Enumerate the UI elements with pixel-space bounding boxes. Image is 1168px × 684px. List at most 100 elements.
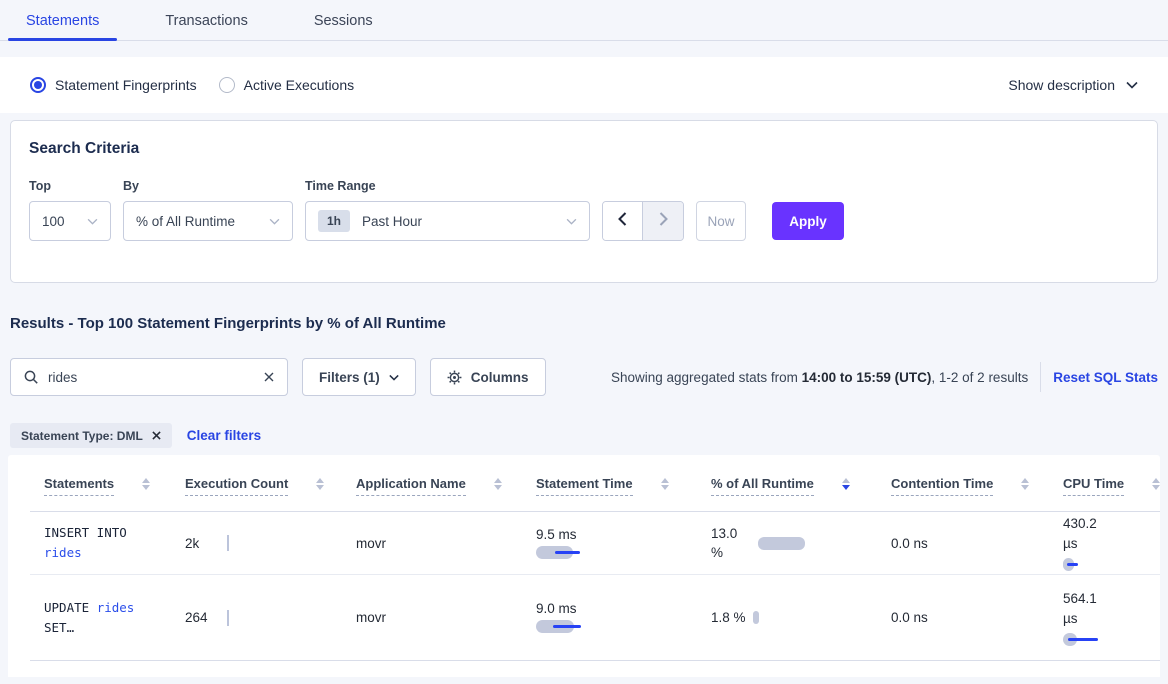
column-label: % of All Runtime xyxy=(711,476,814,496)
execution-count-value: 264 xyxy=(185,610,208,625)
runtime-pct-bar xyxy=(753,611,759,624)
column-header-application-name[interactable]: Application Name xyxy=(356,476,536,511)
sort-icon xyxy=(142,478,150,490)
active-filters-row: Statement Type: DML Clear filters xyxy=(10,423,1158,448)
sql-keyword: INSERT INTO xyxy=(44,525,127,540)
contention-time-cell: 0.0 ns xyxy=(891,536,1063,551)
column-header-execution-count[interactable]: Execution Count xyxy=(185,476,356,511)
status-time-range: 14:00 to 15:59 (UTC) xyxy=(802,370,932,385)
sort-icon xyxy=(1021,478,1029,490)
statement-time-value: 9.0 ms xyxy=(536,601,711,616)
top-field: Top 100 xyxy=(29,179,111,241)
time-range-select[interactable]: 1h Past Hour xyxy=(305,201,590,241)
execution-count-bar xyxy=(227,610,229,626)
by-label: By xyxy=(123,179,293,193)
search-box[interactable] xyxy=(10,358,288,396)
time-range-value: Past Hour xyxy=(362,214,422,229)
table-header-row: Statements Execution Count Application N… xyxy=(8,455,1160,511)
cpu-time-value: 430.2 µs xyxy=(1063,514,1105,554)
by-field: By % of All Runtime xyxy=(123,179,293,241)
close-icon[interactable] xyxy=(152,431,161,440)
previous-time-button[interactable] xyxy=(603,202,643,240)
execution-count-bar xyxy=(227,535,229,551)
runtime-pct-bar xyxy=(758,537,805,550)
results-heading: Results - Top 100 Statement Fingerprints… xyxy=(10,315,1158,332)
filters-button-label: Filters (1) xyxy=(319,370,380,385)
by-select-value: % of All Runtime xyxy=(136,214,235,229)
search-icon xyxy=(24,370,38,384)
filters-button[interactable]: Filters (1) xyxy=(302,358,416,396)
execution-count-cell: 2k xyxy=(185,536,356,551)
search-criteria-title: Search Criteria xyxy=(29,140,1139,158)
next-time-button[interactable] xyxy=(643,202,683,240)
top-select[interactable]: 100 xyxy=(29,201,111,241)
columns-button-label: Columns xyxy=(471,370,529,385)
columns-button[interactable]: Columns xyxy=(430,358,546,396)
runtime-pct-value: 13.0 % xyxy=(711,524,743,562)
chevron-right-icon xyxy=(659,212,668,231)
radio-statement-fingerprints[interactable]: Statement Fingerprints xyxy=(30,77,197,93)
chevron-down-icon xyxy=(1126,81,1138,89)
cpu-time-value: 564.1 µs xyxy=(1063,589,1105,629)
status-text: Showing aggregated stats from 14:00 to 1… xyxy=(611,370,1028,385)
now-button[interactable]: Now xyxy=(696,201,746,241)
tab-sessions[interactable]: Sessions xyxy=(296,0,391,40)
column-header-statements[interactable]: Statements xyxy=(44,476,185,511)
row-divider xyxy=(30,660,1160,661)
time-range-label: Time Range xyxy=(305,179,590,193)
sort-icon xyxy=(661,478,669,490)
sql-keyword: SET… xyxy=(44,620,74,635)
chevron-down-icon xyxy=(87,218,98,225)
tab-statements[interactable]: Statements xyxy=(8,0,117,40)
statement-time-bar xyxy=(536,546,598,560)
clear-filters-link[interactable]: Clear filters xyxy=(187,428,261,443)
table-row[interactable]: UPDATE rides SET… 264 movr 9.0 ms 1.8 % … xyxy=(8,575,1160,660)
column-header-pct-of-all-runtime[interactable]: % of All Runtime xyxy=(711,476,891,511)
table-row[interactable]: INSERT INTO rides 2k movr 9.5 ms 13.0 % … xyxy=(8,512,1160,574)
gear-icon xyxy=(447,370,462,385)
show-description-toggle[interactable]: Show description xyxy=(1008,77,1138,93)
top-label: Top xyxy=(29,179,111,193)
chevron-down-icon xyxy=(566,218,577,225)
top-tab-bar: Statements Transactions Sessions xyxy=(0,0,1168,41)
statement-time-value: 9.5 ms xyxy=(536,527,711,542)
reset-sql-stats-link[interactable]: Reset SQL Stats xyxy=(1053,370,1158,385)
close-icon[interactable] xyxy=(264,372,274,382)
vertical-divider xyxy=(1040,362,1041,392)
radio-label: Active Executions xyxy=(244,77,355,93)
statement-link[interactable]: rides xyxy=(97,600,135,615)
cpu-time-cell: 564.1 µs xyxy=(1063,589,1160,647)
time-range-badge: 1h xyxy=(318,210,350,232)
time-range-field: Time Range 1h Past Hour xyxy=(305,179,590,241)
statement-cell: UPDATE rides SET… xyxy=(44,598,166,638)
tab-transactions[interactable]: Transactions xyxy=(147,0,265,40)
by-select[interactable]: % of All Runtime xyxy=(123,201,293,241)
column-label: Statement Time xyxy=(536,476,633,496)
column-header-cpu-time[interactable]: CPU Time xyxy=(1063,476,1160,511)
cpu-time-bar xyxy=(1063,633,1105,647)
cpu-time-cell: 430.2 µs xyxy=(1063,514,1160,572)
column-label: Statements xyxy=(44,476,114,496)
status-prefix: Showing aggregated stats from xyxy=(611,370,802,385)
execution-count-cell: 264 xyxy=(185,610,356,625)
radio-label: Statement Fingerprints xyxy=(55,77,197,93)
sort-icon xyxy=(316,478,324,490)
radio-active-executions[interactable]: Active Executions xyxy=(219,77,355,93)
column-label: Application Name xyxy=(356,476,466,496)
sort-icon xyxy=(1152,478,1160,490)
radio-unselected-icon[interactable] xyxy=(219,77,235,93)
column-header-contention-time[interactable]: Contention Time xyxy=(891,476,1063,511)
results-controls-row: Filters (1) Columns Showing aggregated s… xyxy=(10,358,1158,396)
radio-selected-icon[interactable] xyxy=(30,77,46,93)
statement-link[interactable]: rides xyxy=(44,545,82,560)
statement-time-cell: 9.0 ms xyxy=(536,601,711,634)
column-label: Contention Time xyxy=(891,476,993,496)
application-name-cell: movr xyxy=(356,610,536,625)
cpu-time-bar xyxy=(1063,558,1105,572)
statement-cell: INSERT INTO rides xyxy=(44,523,166,563)
apply-button[interactable]: Apply xyxy=(772,202,844,240)
statement-time-bar xyxy=(536,620,598,634)
search-input[interactable] xyxy=(48,370,254,385)
column-header-statement-time[interactable]: Statement Time xyxy=(536,476,711,511)
sort-desc-icon xyxy=(842,478,850,490)
